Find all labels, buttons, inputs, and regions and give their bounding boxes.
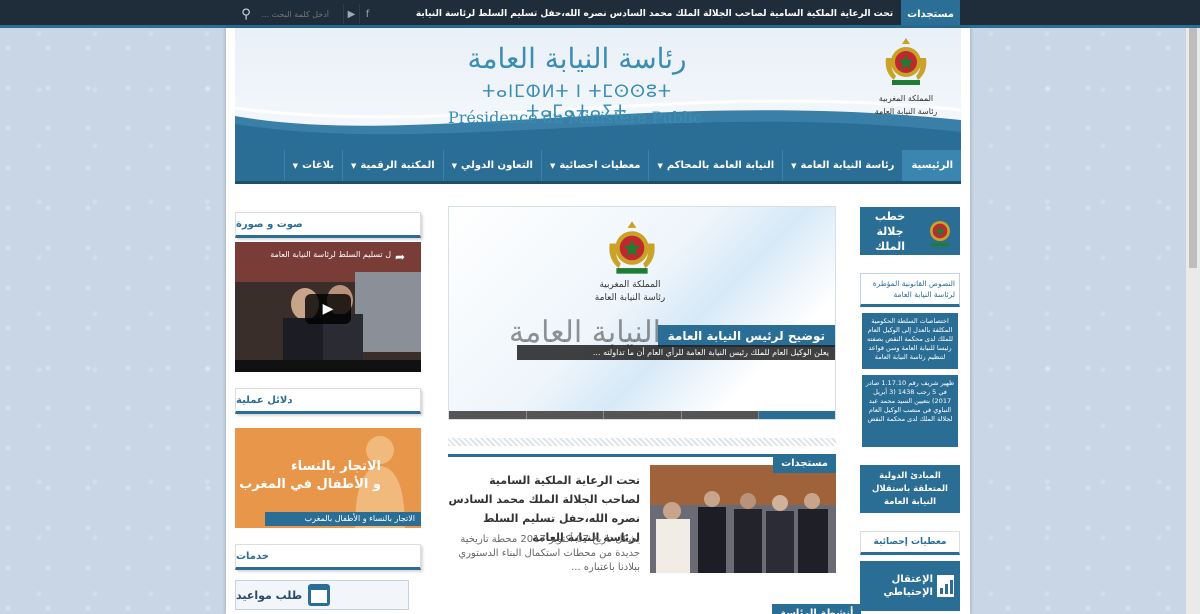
slide-dot[interactable] bbox=[526, 411, 605, 419]
nav-item-announcements[interactable]: بلاغات ▼ bbox=[283, 150, 342, 181]
search-input[interactable] bbox=[257, 4, 333, 24]
stats-card-label: الإعتقال الإحتياطي bbox=[883, 574, 933, 598]
calendar-icon bbox=[308, 584, 331, 606]
trafficking-banner[interactable]: الاتجار بالنساء و الأطفال في المغرب الات… bbox=[235, 428, 421, 528]
legal-text-card[interactable]: اختصاصات السلطة الحكومية المكلفة بالعدل … bbox=[862, 313, 958, 369]
section-divider bbox=[448, 438, 836, 446]
chevron-down-icon: ▼ bbox=[549, 161, 556, 170]
nav-item-library[interactable]: المكتبة الرقمية ▼ bbox=[342, 150, 443, 181]
bar-chart-icon bbox=[937, 575, 958, 597]
banner-strip: الاتجار بالنساء و الأطفال بالمغرب bbox=[265, 512, 421, 526]
appointment-label: طلب مواعيد bbox=[236, 588, 303, 602]
ticker-label: مستجدات bbox=[901, 0, 960, 28]
news-photo[interactable] bbox=[650, 465, 836, 573]
international-principles-button[interactable]: المبادئ الدولية المتعلقة باستقلال النياب… bbox=[860, 465, 960, 513]
statistics-section-title: معطيات إحصائية bbox=[860, 531, 960, 555]
facebook-icon[interactable]: f bbox=[359, 4, 375, 24]
news-excerpt: يشكل تاريخ 07 أكتوبر 2017 محطة تاريخية ج… bbox=[458, 534, 640, 573]
slide-dot-active[interactable] bbox=[759, 411, 835, 419]
site-title-arabic: رئاسة النيابة العامة bbox=[467, 42, 687, 75]
search-icon[interactable]: ⚲ bbox=[235, 3, 257, 25]
top-bar: ⚲ ▶ f تحت الرعاية الملكية السامية لصاحب … bbox=[0, 0, 1200, 28]
nav-item-presidency[interactable]: رئاسة النيابة العامة ▼ bbox=[782, 150, 902, 181]
royal-emblem-icon bbox=[930, 221, 950, 247]
emblem-label: المملكة المغربية رئاسة النيابة العامة bbox=[874, 94, 938, 116]
chevron-down-icon: ▼ bbox=[657, 161, 663, 170]
nav-item-cooperation[interactable]: التعاون الدولي ▼ bbox=[442, 150, 541, 181]
banner-headline: الاتجار بالنساء و الأطفال في المغرب bbox=[239, 459, 381, 492]
featured-slider[interactable]: المملكة المغربية رئاسة النيابة العامة ال… bbox=[448, 206, 836, 420]
slide-dot[interactable] bbox=[604, 411, 682, 419]
social-links: ▶ f bbox=[343, 4, 375, 24]
chevron-down-icon: ▼ bbox=[791, 161, 797, 170]
royal-emblem-icon bbox=[609, 221, 655, 274]
share-icon[interactable]: ➦ bbox=[395, 250, 405, 264]
left-sidebar: صوت و صورة ل تسليم السلط لرئاسة النيابة … bbox=[235, 212, 421, 610]
site-title-french: Présidence du Ministère Public bbox=[447, 108, 703, 127]
main-nav: الرئيسية رئاسة النيابة العامة ▼ النيابة ا… bbox=[235, 150, 961, 184]
chevron-down-icon: ▼ bbox=[351, 161, 357, 170]
services-section-title: خدمات bbox=[235, 544, 421, 570]
header-emblem[interactable]: المملكة المغربية رئاسة النيابة العامة bbox=[861, 36, 951, 118]
scrollbar-thumb[interactable] bbox=[1189, 28, 1197, 268]
slider-emblem-label: المملكة المغربية رئاسة النيابة العامة bbox=[594, 280, 666, 303]
royal-emblem-icon bbox=[885, 38, 927, 85]
play-button[interactable]: ▶ bbox=[305, 294, 351, 324]
site-header: رئاسة النيابة العامة ⵜⴰⵏⵎⵀⵍⵜ ⵏ ⵜⵎⵙⵙⵓⵜ ⵜⴰ… bbox=[235, 28, 961, 150]
news-photo-image bbox=[650, 465, 836, 573]
slide-caption: يعلن الوكيل العام للملك رئيس النيابة الع… bbox=[517, 345, 835, 360]
slide-title[interactable]: توضيح لرئيس النيابة العامة bbox=[657, 325, 835, 347]
nav-item-home[interactable]: الرئيسية bbox=[902, 150, 961, 181]
video-player[interactable]: ل تسليم السلط لرئاسة النيابة العامة ➦ ▶ bbox=[235, 242, 421, 372]
chevron-down-icon: ▼ bbox=[292, 161, 299, 170]
guides-section-title: دلائل عملية bbox=[235, 388, 421, 414]
legal-texts-link[interactable]: النصوص القانونية المؤطرة لرئاسة النيابة … bbox=[860, 273, 960, 307]
legal-text-card[interactable]: ظهير شريف رقم 1.17.10 صادر في 5 رجب 1438… bbox=[862, 375, 958, 447]
page-container: رئاسة النيابة العامة ⵜⴰⵏⵎⵀⵍⵜ ⵏ ⵜⵎⵙⵙⵓⵜ ⵜⴰ… bbox=[226, 28, 970, 614]
slide-dot[interactable] bbox=[681, 411, 760, 419]
slide-dot[interactable] bbox=[449, 411, 527, 419]
media-section-title: صوت و صورة bbox=[235, 212, 421, 238]
news-block: مستجدات تحت الرعاية الملكية السامية لصاح… bbox=[448, 454, 836, 574]
nav-item-courts[interactable]: النيابة العامة بالمحاكم ▼ bbox=[648, 150, 782, 181]
slider-pagination bbox=[449, 411, 835, 419]
page-scrollbar[interactable] bbox=[1186, 28, 1200, 614]
king-speeches-button[interactable]: خطب جلالة الملك bbox=[860, 207, 960, 255]
activities-label: أنشطة الرئاسة bbox=[772, 604, 862, 614]
appointment-request-button[interactable]: طلب مواعيد bbox=[235, 580, 409, 610]
main-content: المملكة المغربية رئاسة النيابة العامة ال… bbox=[448, 206, 836, 574]
right-sidebar: خطب جلالة الملك النصوص القانونية المؤطرة… bbox=[860, 207, 960, 611]
news-ticker[interactable]: تحت الرعاية الملكية السامية لصاحب الجلال… bbox=[375, 9, 901, 19]
pretrial-detention-button[interactable]: الإعتقال الإحتياطي bbox=[860, 561, 960, 611]
news-section-label: مستجدات bbox=[773, 454, 836, 473]
chevron-down-icon: ▼ bbox=[451, 161, 458, 170]
nav-item-statistics[interactable]: معطيات احصائية ▼ bbox=[540, 150, 648, 181]
video-title: ل تسليم السلط لرئاسة النيابة العامة bbox=[270, 250, 391, 259]
top-bar-inner: ⚲ ▶ f تحت الرعاية الملكية السامية لصاحب … bbox=[235, 0, 960, 28]
youtube-icon[interactable]: ▶ bbox=[343, 4, 359, 24]
